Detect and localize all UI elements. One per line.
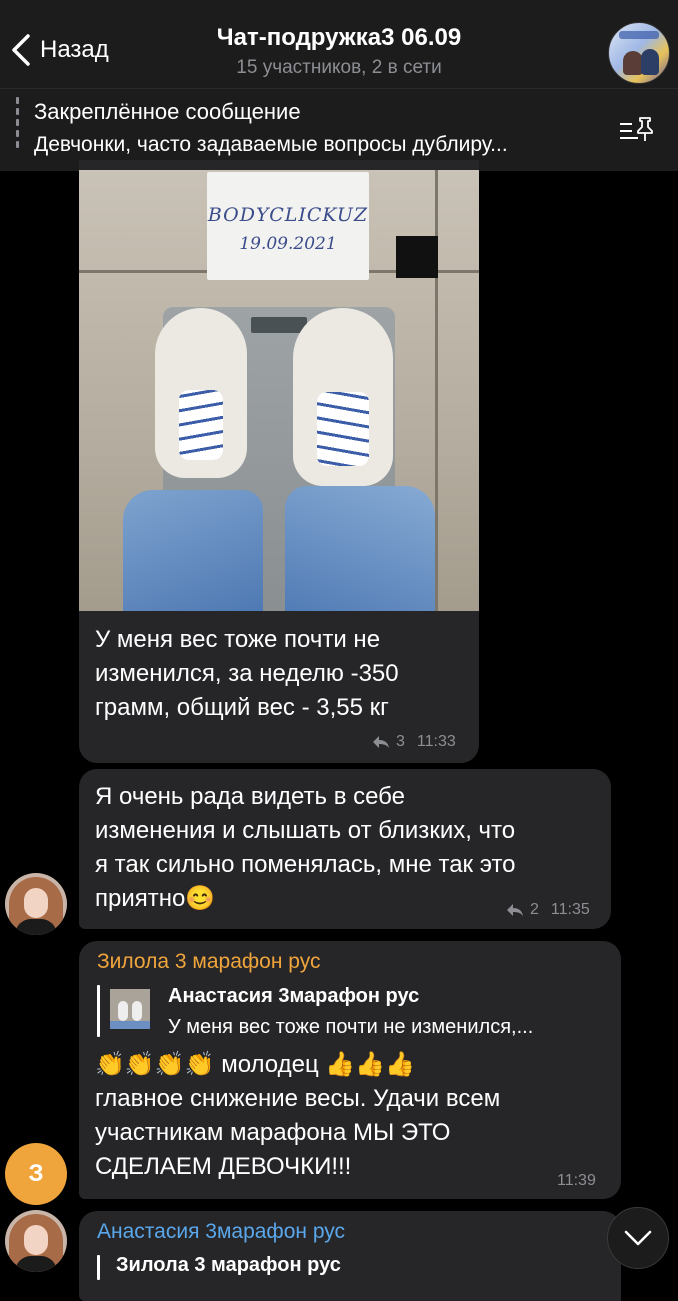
chat-title[interactable]: Чат-подружка3 06.09 [0, 24, 678, 52]
text-line: грамм, общий вес - 3,55 кг [95, 694, 389, 721]
text-line: изменения и слышать от близких, что [95, 817, 516, 844]
pin-list-icon[interactable] [618, 114, 656, 146]
message-photo[interactable]: BODYCLICKUZ 19.09.2021 [79, 170, 479, 611]
sender-name[interactable]: Зилола 3 марафон рус [97, 950, 320, 974]
text-line: молодец [221, 1051, 319, 1078]
sender-avatar[interactable] [5, 1210, 67, 1272]
text-line: У меня вес тоже почти не [95, 626, 381, 653]
text-line: приятно [95, 885, 186, 912]
reply-text[interactable]: У меня вес тоже почти не изменился,... [168, 1016, 533, 1039]
message-text: 👏👏👏👏 молодец 👍👍👍 главное снижение весы. … [95, 1048, 615, 1184]
jeans [123, 490, 263, 611]
pinned-title: Закреплённое сообщение [34, 99, 301, 124]
chat-header: Назад Чат-подружка3 06.09 15 участников,… [0, 0, 678, 88]
reply-arrow-icon [373, 736, 389, 748]
group-avatar[interactable] [608, 22, 670, 84]
reply-count[interactable]: 2 [530, 901, 539, 919]
reply-thumbnail [110, 989, 150, 1029]
reply-arrow-icon [507, 904, 523, 916]
reply-count[interactable]: 3 [396, 733, 405, 751]
reply-bar [97, 1255, 100, 1280]
thumbs-up-emoji: 👍👍👍 [325, 1051, 416, 1078]
text-line: участникам марафона МЫ ЭТО [95, 1119, 451, 1146]
message-meta: 3 11:33 [372, 733, 456, 751]
text-line: изменился, за неделю -350 [95, 660, 399, 687]
message-meta: 11:39 [557, 1172, 596, 1190]
sender-name[interactable]: Анастасия 3марафон рус [97, 1220, 345, 1244]
scroll-to-bottom-button[interactable] [607, 1207, 669, 1269]
reply-bar [97, 985, 100, 1037]
message-time: 11:33 [416, 733, 456, 750]
text-line: я так сильно поменялась, мне так это [95, 851, 516, 878]
note-line-2: 19.09.2021 [239, 234, 337, 254]
text-line: СДЕЛАЕМ ДЕВОЧКИ!!! [95, 1153, 352, 1180]
pinned-text: Девчонки, часто задаваемые вопросы дубли… [34, 133, 508, 156]
paper-note: BODYCLICKUZ 19.09.2021 [207, 172, 369, 280]
message-time: 11:39 [557, 1172, 596, 1189]
message-text: У меня вес тоже почти не изменился, за н… [95, 623, 465, 725]
note-line-1: BODYCLICKUZ [207, 204, 369, 226]
sender-avatar[interactable] [5, 873, 67, 935]
reply-sender[interactable]: Анастасия 3марафон рус [168, 985, 419, 1008]
chevron-down-icon [624, 1230, 652, 1246]
message-text: Я очень рада видеть в себе изменения и с… [95, 780, 605, 916]
sender-avatar-initial[interactable]: З [5, 1143, 67, 1205]
text-line: Я очень рада видеть в себе [95, 783, 406, 810]
smile-emoji: 😊 [185, 885, 216, 912]
pinned-message-bar[interactable]: Закреплённое сообщение Девчонки, часто з… [0, 88, 678, 171]
message-meta: 2 11:35 [506, 901, 590, 919]
pinned-indicator [16, 97, 19, 161]
text-line: главное снижение весы. Удачи всем [95, 1085, 501, 1112]
chat-subtitle: 15 участников, 2 в сети [236, 57, 442, 78]
clap-emoji: 👏👏👏👏 [95, 1051, 215, 1078]
message-time: 11:35 [550, 901, 590, 918]
reply-sender[interactable]: Зилола 3 марафон рус [116, 1254, 341, 1277]
